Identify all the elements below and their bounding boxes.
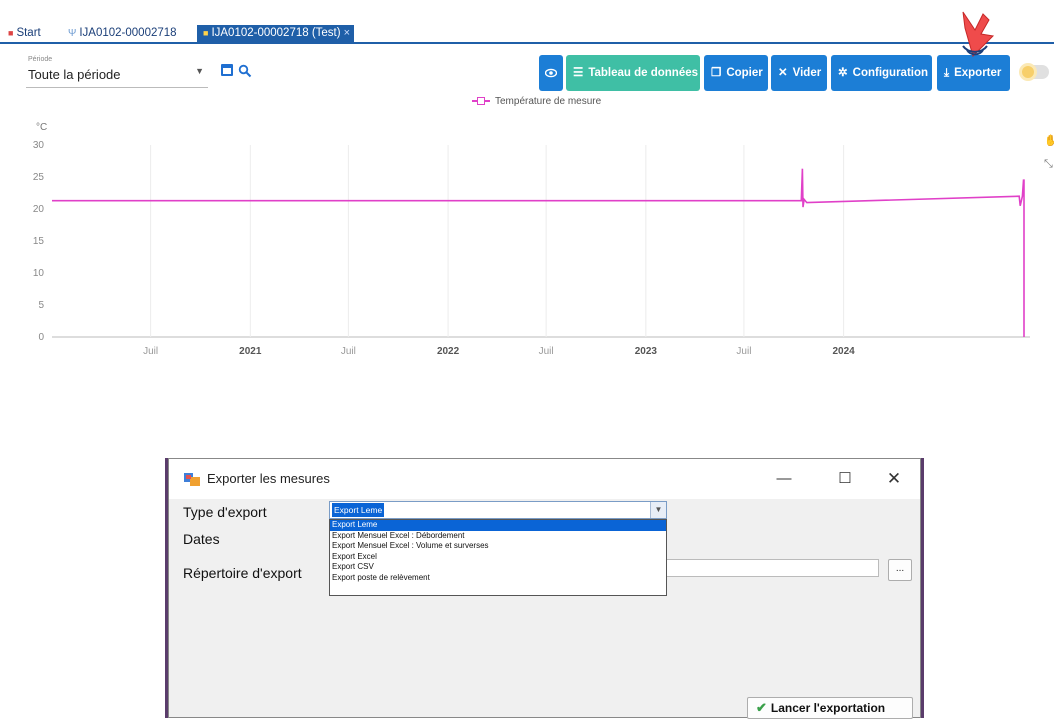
export-button[interactable]: ⤓ Exporter — [937, 55, 1010, 91]
sensor-icon: Ψ — [68, 28, 77, 39]
y-tick-label: 20 — [33, 204, 45, 215]
chevron-down-icon: ▼ — [195, 66, 204, 76]
calendar-icon[interactable] — [221, 64, 233, 76]
tab-sensor-test[interactable]: ■ IJA0102-00002718 (Test) × — [197, 25, 355, 42]
gear-icon: ✲ — [838, 67, 848, 79]
x-tick-label: Juil — [736, 346, 751, 357]
copy-label: Copier — [726, 67, 763, 79]
configuration-label: Configuration — [852, 67, 929, 79]
y-tick-label: 30 — [33, 140, 45, 151]
x-tick-label: 2021 — [239, 346, 262, 357]
y-tick-label: 10 — [33, 268, 45, 279]
data-table-label: Tableau de données — [588, 67, 699, 79]
tab-sensor-test-label: IJA0102-00002718 (Test) — [211, 27, 341, 39]
series-line — [52, 168, 1025, 337]
y-tick-label: 0 — [38, 332, 44, 343]
x-tick-label: 2024 — [832, 346, 855, 357]
tab-sensor[interactable]: Ψ IJA0102-00002718 — [64, 25, 181, 42]
export-dir-field[interactable] — [667, 559, 879, 577]
x-tick-label: Juil — [143, 346, 158, 357]
dialog-titlebar[interactable]: Exporter les mesures — ☐ ✕ — [169, 459, 920, 499]
app-icon — [184, 473, 200, 486]
tab-start-label: Start — [16, 27, 41, 39]
y-tick-label: 15 — [33, 236, 45, 247]
x-tick-label: Juil — [539, 346, 554, 357]
tab-strip: ■ Start Ψ IJA0102-00002718 ■ IJA0102-000027… — [0, 24, 1054, 44]
dropdown-option[interactable]: Export Leme — [330, 520, 666, 531]
dropdown-option[interactable]: Export Mensuel Excel : Volume et survers… — [330, 541, 666, 552]
data-table-button[interactable]: ☰ Tableau de données — [566, 55, 700, 91]
launch-export-button[interactable]: ✔ Lancer l'exportation — [747, 697, 913, 719]
view-button[interactable] — [539, 55, 563, 91]
browse-button[interactable]: ... — [888, 559, 912, 581]
x-tick-label: 2023 — [635, 346, 658, 357]
clear-label: Vider — [792, 67, 822, 79]
chevron-down-icon[interactable]: ▼ — [650, 502, 666, 518]
export-dialog: Exporter les mesures — ☐ ✕ Type d'export… — [168, 458, 921, 719]
x-tick-label: 2022 — [437, 346, 460, 357]
start-icon: ■ — [8, 28, 14, 38]
close-button[interactable]: ✕ — [874, 467, 914, 491]
list-icon: ☰ — [573, 67, 584, 79]
tab-start[interactable]: ■ Start — [4, 25, 45, 42]
export-dir-label: Répertoire d'export — [183, 565, 302, 581]
check-icon: ✔ — [756, 700, 767, 715]
export-type-select[interactable]: Export Leme ▼ — [329, 501, 667, 519]
export-type-label: Type d'export — [183, 504, 267, 520]
x-tick-label: Juil — [341, 346, 356, 357]
period-select[interactable]: Période Toute la période ▼ — [26, 54, 208, 88]
period-value: Toute la période — [28, 67, 121, 82]
launch-export-label: Lancer l'exportation — [770, 701, 886, 715]
download-icon: ⤓ — [944, 67, 950, 79]
eye-icon — [544, 68, 558, 78]
dropdown-option[interactable]: Export Mensuel Excel : Débordement — [330, 531, 666, 542]
tab-sensor-label: IJA0102-00002718 — [79, 27, 177, 39]
y-axis-unit: °C — [36, 122, 47, 133]
tab-close-icon[interactable]: × — [344, 27, 350, 39]
copy-icon: ❐ — [711, 67, 722, 79]
dates-label: Dates — [183, 531, 220, 547]
period-label: Période — [28, 56, 53, 63]
sensor-test-icon: ■ — [203, 28, 209, 38]
background-edge — [921, 458, 924, 718]
y-tick-label: 25 — [33, 172, 45, 183]
dropdown-option[interactable]: Export poste de relèvement — [330, 573, 666, 584]
configuration-button[interactable]: ✲ Configuration — [831, 55, 932, 91]
export-type-dropdown: Export Leme Export Mensuel Excel : Débor… — [329, 519, 667, 596]
dropdown-option[interactable]: Export CSV — [330, 562, 666, 573]
export-label: Exporter — [954, 67, 1002, 79]
export-type-value: Export Leme — [332, 503, 385, 517]
y-tick-label: 5 — [38, 300, 44, 311]
minimize-button[interactable]: — — [764, 467, 804, 491]
maximize-button[interactable]: ☐ — [825, 467, 865, 491]
sun-icon — [1019, 63, 1037, 81]
copy-button[interactable]: ❐ Copier — [704, 55, 768, 91]
close-icon: ✕ — [778, 67, 788, 79]
clear-button[interactable]: ✕ Vider — [771, 55, 827, 91]
search-icon[interactable] — [238, 64, 252, 78]
dropdown-option[interactable]: Export Excel — [330, 552, 666, 563]
dialog-title: Exporter les mesures — [207, 471, 330, 486]
temperature-chart: °C 0 5 10 15 20 25 30 Juil 2021 Juil 2022 Juil 2023 Ju… — [33, 122, 1030, 357]
